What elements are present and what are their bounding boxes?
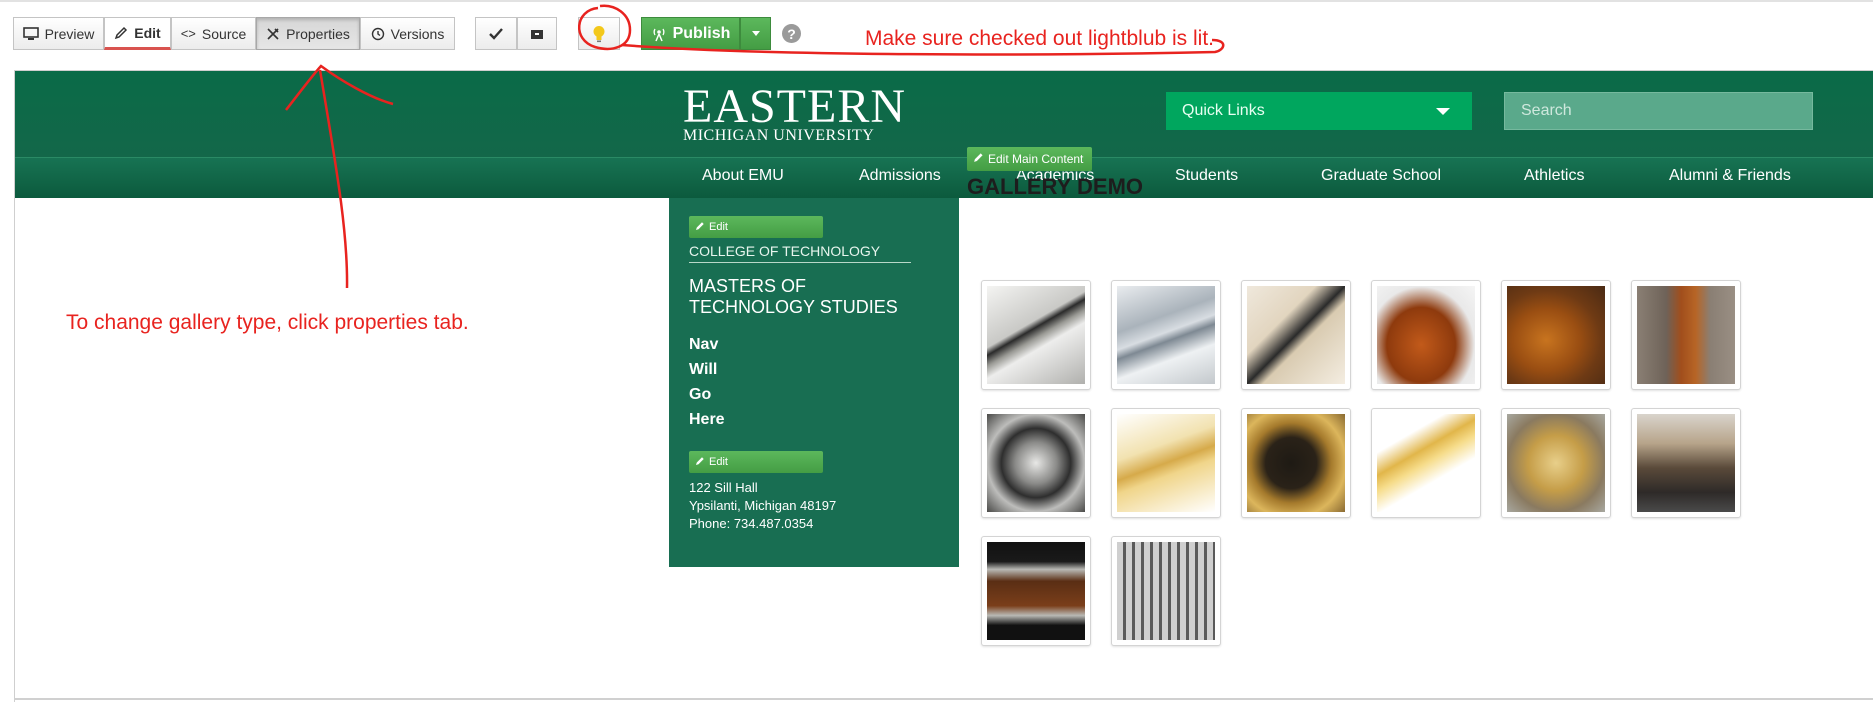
double-bass-icon bbox=[1637, 286, 1735, 384]
pencil-icon bbox=[973, 152, 984, 166]
search-placeholder: Search bbox=[1521, 102, 1572, 119]
history-icon bbox=[371, 27, 385, 41]
left-sidebar: Edit COLLEGE OF TECHNOLOGY MASTERS OF TE… bbox=[669, 198, 959, 567]
sidebar-nav-link[interactable]: Will bbox=[689, 361, 717, 379]
gallery-thumbnail[interactable] bbox=[1111, 280, 1221, 390]
drawer-icon bbox=[530, 28, 544, 40]
lightbulb-button[interactable] bbox=[578, 17, 620, 50]
gallery-thumbnail[interactable] bbox=[981, 280, 1091, 390]
preview-label: Preview bbox=[44, 25, 95, 42]
gallery-thumbnail[interactable] bbox=[1501, 280, 1611, 390]
help-icon[interactable]: ? bbox=[782, 24, 801, 43]
lightbulb-icon bbox=[592, 25, 606, 43]
nav-admissions[interactable]: Admissions bbox=[859, 167, 941, 185]
sidebar-edit-button[interactable]: Edit bbox=[689, 216, 823, 238]
university-logo[interactable]: EASTERN bbox=[683, 83, 906, 131]
publish-dropdown-button[interactable] bbox=[740, 17, 771, 50]
checkout-button[interactable] bbox=[517, 17, 557, 50]
gallery-title: GALLERY DEMO bbox=[967, 174, 1144, 199]
trombone-icon bbox=[1377, 414, 1475, 512]
sidebar-edit-label: Edit bbox=[709, 221, 728, 233]
quick-links-dropdown[interactable]: Quick Links bbox=[1166, 92, 1472, 130]
publish-label: Publish bbox=[672, 24, 731, 42]
nav-athletics[interactable]: Athletics bbox=[1524, 167, 1584, 185]
caret-down-icon bbox=[751, 30, 761, 37]
edit-button[interactable]: Edit bbox=[104, 17, 171, 50]
chevron-down-icon bbox=[1436, 108, 1450, 115]
pencil-icon bbox=[114, 26, 128, 40]
gallery-thumbnail[interactable] bbox=[1111, 408, 1221, 518]
code-icon: <> bbox=[180, 26, 196, 41]
timpani-icon bbox=[1637, 414, 1735, 512]
properties-label: Properties bbox=[286, 25, 350, 42]
versions-label: Versions bbox=[390, 25, 445, 42]
xylophone-icon bbox=[1117, 542, 1215, 640]
gallery-thumbnail[interactable] bbox=[1371, 280, 1481, 390]
violin-icon bbox=[1377, 286, 1475, 384]
euphonium-icon bbox=[1507, 414, 1605, 512]
edit-label: Edit bbox=[134, 24, 161, 41]
gallery-thumbnail[interactable] bbox=[1241, 408, 1351, 518]
address-line: 122 Sill Hall bbox=[689, 480, 758, 495]
flute-icon bbox=[1117, 286, 1215, 384]
nav-about-emu[interactable]: About EMU bbox=[702, 167, 784, 185]
pencil-icon bbox=[695, 221, 705, 234]
tools-icon bbox=[266, 27, 280, 41]
snare-drum-icon bbox=[987, 542, 1085, 640]
sidebar-nav-link[interactable]: Here bbox=[689, 411, 725, 429]
source-label: Source bbox=[201, 25, 247, 42]
checkmark-icon bbox=[489, 27, 503, 40]
publish-button[interactable]: Publish bbox=[641, 17, 740, 50]
gallery-thumbnail[interactable] bbox=[1631, 408, 1741, 518]
oboe-icon bbox=[1247, 286, 1345, 384]
main-nav-bar bbox=[15, 157, 1873, 198]
clarinet-icon bbox=[987, 286, 1085, 384]
preview-button[interactable]: Preview bbox=[13, 17, 104, 50]
check-in-button[interactable] bbox=[475, 17, 517, 50]
edit-main-content-label: Edit Main Content bbox=[988, 152, 1084, 166]
program-title-line2: TECHNOLOGY STUDIES bbox=[689, 297, 898, 317]
sidebar-nav-link[interactable]: Go bbox=[689, 386, 711, 404]
sidebar-edit-button-2[interactable]: Edit bbox=[689, 451, 823, 473]
address-line: Ypsilanti, Michigan 48197 bbox=[689, 498, 837, 513]
gallery-thumbnail[interactable] bbox=[1371, 408, 1481, 518]
pencil-icon bbox=[695, 456, 705, 469]
saxophone-icon bbox=[1247, 414, 1345, 512]
source-button[interactable]: <> Source bbox=[171, 17, 256, 50]
gallery-thumbnail[interactable] bbox=[1111, 536, 1221, 646]
versions-button[interactable]: Versions bbox=[360, 17, 455, 50]
program-title-line1: MASTERS OF bbox=[689, 276, 807, 296]
trumpet-icon bbox=[1117, 414, 1215, 512]
quick-links-label: Quick Links bbox=[1182, 102, 1265, 119]
program-title: MASTERS OF TECHNOLOGY STUDIES bbox=[689, 276, 939, 318]
gallery-thumbnail[interactable] bbox=[981, 408, 1091, 518]
sidebar-nav-link[interactable]: Nav bbox=[689, 336, 718, 354]
phone-line: Phone: 734.487.0354 bbox=[689, 516, 814, 531]
nav-students[interactable]: Students bbox=[1175, 167, 1238, 185]
gallery-thumbnail[interactable] bbox=[1501, 408, 1611, 518]
lightbulb-annotation: Make sure checked out lightblub is lit. bbox=[865, 27, 1215, 50]
college-name[interactable]: COLLEGE OF TECHNOLOGY bbox=[689, 243, 880, 259]
edit-main-content-button[interactable]: Edit Main Content bbox=[967, 147, 1092, 171]
properties-annotation: To change gallery type, click properties… bbox=[66, 311, 469, 334]
divider bbox=[689, 262, 911, 263]
gallery-thumbnail[interactable] bbox=[1631, 280, 1741, 390]
cello-icon bbox=[1507, 286, 1605, 384]
gallery-thumbnail[interactable] bbox=[981, 536, 1091, 646]
gallery-thumbnail[interactable] bbox=[1241, 280, 1351, 390]
nav-graduate-school[interactable]: Graduate School bbox=[1321, 167, 1441, 185]
sousaphone-valves-icon bbox=[987, 414, 1085, 512]
sidebar-edit-label: Edit bbox=[709, 456, 728, 468]
broadcast-icon bbox=[651, 26, 667, 42]
properties-button[interactable]: Properties bbox=[256, 17, 360, 50]
frame-bottom-border bbox=[14, 698, 1873, 700]
monitor-icon bbox=[22, 26, 39, 41]
university-logo-subtitle: MICHIGAN UNIVERSITY bbox=[683, 127, 875, 144]
search-input[interactable]: Search bbox=[1504, 92, 1813, 130]
nav-alumni-friends[interactable]: Alumni & Friends bbox=[1669, 167, 1791, 185]
